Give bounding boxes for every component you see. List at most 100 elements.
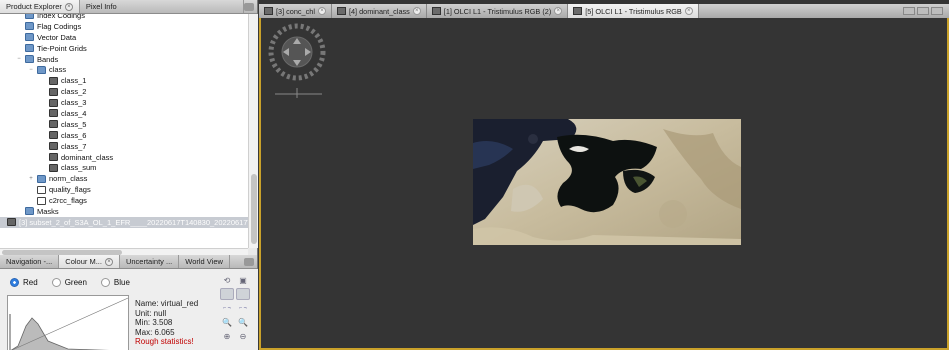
tab-label: [3] conc_chl [276,6,315,16]
tree-node[interactable]: Masks [0,206,248,217]
tree-node-label: quality_flags [49,185,91,195]
product-explorer-tabbar: Product Explorer × Pixel Info [0,0,257,14]
tab-navigation[interactable]: Navigation -... [0,255,60,268]
band-max-text: Max: 6.065 [135,327,175,337]
tree-node[interactable]: class_4 [0,108,248,119]
tab-world-view[interactable]: World View [179,255,230,268]
expand-toggle-icon[interactable]: − [16,56,22,62]
radio-red[interactable]: Red [10,278,38,287]
tree-node[interactable]: Flag Codings [0,21,248,32]
satellite-rgb-image [473,119,741,245]
zoom-horizontal-icon[interactable]: 🔍 [236,316,250,328]
tree-node[interactable]: − Bands [0,54,248,65]
left-panel: Product Explorer × Pixel Info Index Codi… [0,0,258,350]
tree-node[interactable]: c2rcc_flags [0,195,248,206]
range-95-icon[interactable]: ⌐ ¬ [220,302,234,314]
band-icon [49,120,58,129]
tab-label: [5] OLCI L1 - Tristimulus RGB [585,6,682,16]
tab-label: Navigation -... [6,257,53,266]
tab-olci-rgb[interactable]: [5] OLCI L1 - Tristimulus RGB × [568,4,699,18]
tree-node-label: Bands [37,54,59,64]
tree-node[interactable]: quality_flags [0,184,248,195]
tab-pixel-info[interactable]: Pixel Info [80,0,244,13]
tree-node[interactable]: dominant_class [0,152,248,163]
colour-manipulation-panel: Red Green Blue Name: virtual_red Unit: n… [0,269,258,350]
tree-node-label: class_7 [61,141,87,151]
tree-node[interactable]: Vector Data [0,32,248,43]
band-view-icon [264,7,273,15]
tree-horizontal-scrollbar[interactable] [0,248,248,255]
tree-node[interactable]: class_1 [0,75,248,86]
panel-controls [244,0,257,13]
zoom-out-icon[interactable]: ⊖ [236,330,250,342]
close-icon[interactable]: × [684,7,693,15]
tree-node[interactable]: Index Codings [0,14,248,21]
close-icon[interactable]: × [104,257,113,266]
histogram-graph [9,297,129,350]
radio-blue[interactable]: Blue [100,278,130,287]
scroll-thumb[interactable] [251,174,257,244]
tab-product-explorer[interactable]: Product Explorer × [0,0,80,13]
tree-node[interactable]: class_2 [0,86,248,97]
close-icon[interactable]: × [317,7,326,15]
band-min-text: Min: 3.508 [135,318,173,327]
tree-node[interactable]: class_5 [0,119,248,130]
tree-node[interactable]: class_6 [0,130,248,141]
tab-dominant-class[interactable]: [4] dominant_class × [332,4,427,18]
app-window: Product Explorer × Pixel Info Index Codi… [0,0,949,350]
maximize-icon[interactable] [917,7,929,15]
folder-icon [25,33,34,42]
radio-green[interactable]: Green [51,278,87,287]
tab-label: Uncertainty ... [125,257,173,266]
close-icon[interactable]: × [412,7,421,15]
band-name-text: Name: virtual_red [135,299,199,308]
folder-icon [37,174,46,183]
radio-label: Blue [113,278,130,287]
close-icon[interactable]: × [554,7,563,15]
tree-node[interactable]: − class [0,64,248,75]
export-icon[interactable] [220,288,234,300]
rough-statistics-warning: Rough statistics! [135,337,194,346]
radio-dot[interactable] [100,278,110,287]
tree-node[interactable]: class_3 [0,97,248,108]
tree-node[interactable]: class_sum [0,162,248,173]
folder-icon [37,65,46,74]
minimize-panel-icon[interactable] [244,2,254,11]
image-canvas[interactable] [259,18,949,350]
tree-node[interactable]: [3] subset_2_of_S3A_OL_1_EFR____20220617… [0,216,248,228]
tree-node-label: class_3 [61,98,87,108]
tab-conc-chl[interactable]: [3] conc_chl × [259,4,332,18]
tree-node-label: class_sum [61,163,97,173]
tree-node[interactable]: Tie-Point Grids [0,43,248,54]
close-icon[interactable]: × [64,2,73,11]
band-icon [49,153,58,162]
tab-colour-manipulation[interactable]: Colour M... × [59,255,120,268]
tree-node[interactable]: + norm_class [0,173,248,184]
reset-icon[interactable]: ⟲ [220,274,234,286]
histogram-editor[interactable] [7,295,129,350]
radio-label: Green [64,278,87,287]
tree-node-label: Vector Data [37,32,77,42]
expand-toggle-icon[interactable]: + [28,176,34,182]
zoom-vertical-icon[interactable]: 🔍 [220,316,234,328]
product-icon [7,218,16,227]
radio-dot[interactable] [51,278,61,287]
tree-vertical-scrollbar[interactable] [248,14,258,248]
minimize-panel-icon[interactable] [244,257,254,266]
flag-band-icon [37,196,46,205]
tree-node-label: c2rcc_flags [49,196,87,206]
import-icon[interactable]: ▣ [236,274,250,286]
pan-navigation-icon[interactable] [267,22,327,98]
zoom-in-icon[interactable]: ⊕ [220,330,234,342]
tab-olci-rgb-2[interactable]: [1] OLCI L1 - Tristimulus RGB (2) × [427,4,569,18]
expand-toggle-icon[interactable]: − [28,67,34,73]
tab-uncertainty[interactable]: Uncertainty ... [120,255,180,268]
band-view-icon [336,7,346,15]
close-window-icon[interactable] [931,7,943,15]
minimize-icon[interactable] [903,7,915,15]
band-icon [49,87,58,96]
range-100-icon[interactable]: ⌐ ¬ [236,302,250,314]
table-icon[interactable] [236,288,250,300]
radio-dot[interactable] [10,278,19,287]
tree-node[interactable]: class_7 [0,141,248,152]
